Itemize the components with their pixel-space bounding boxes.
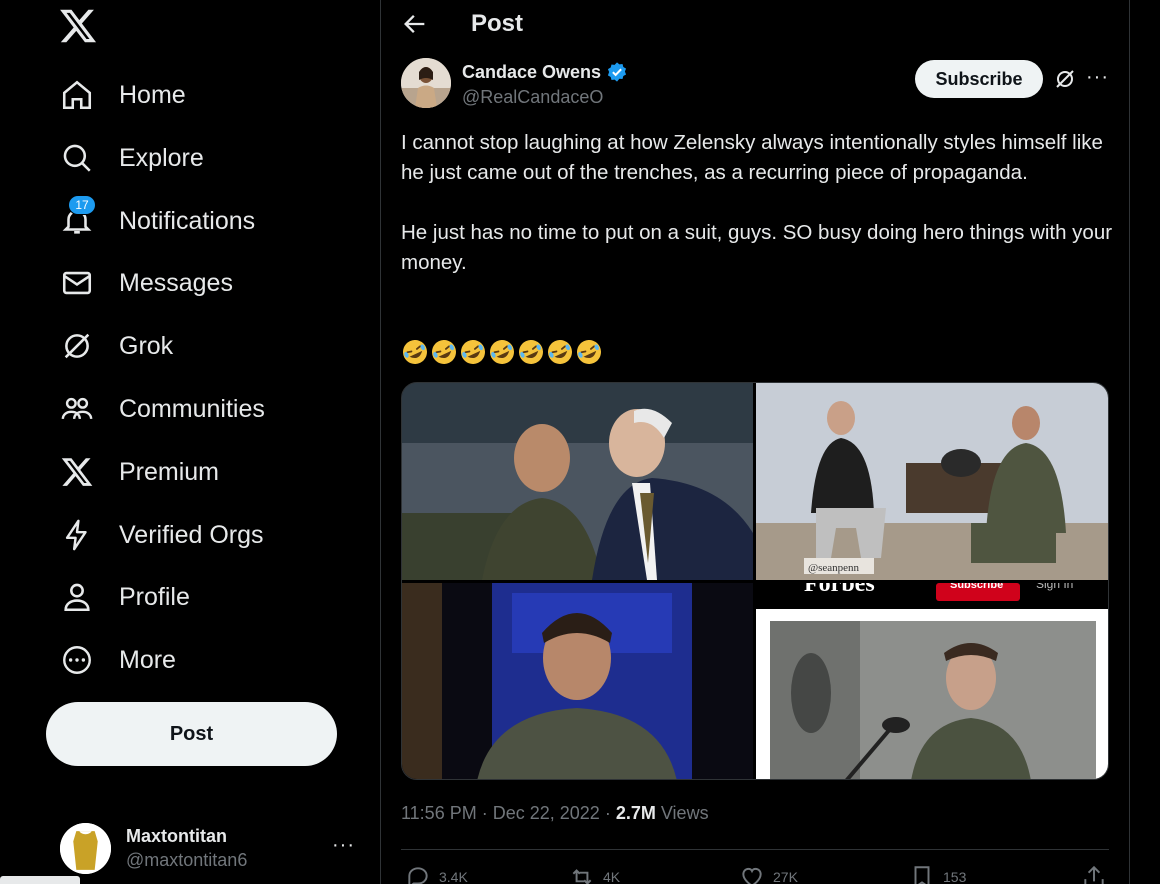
grok-icon	[60, 329, 94, 363]
person-icon	[60, 580, 94, 614]
lightning-icon	[60, 518, 94, 552]
nav-label: Profile	[119, 582, 190, 611]
verified-badge-icon	[606, 61, 628, 83]
account-name: Maxtontitan	[126, 825, 227, 846]
reply-count: 3.4K	[439, 869, 468, 884]
nav-label: Messages	[119, 268, 233, 297]
nav-explore[interactable]: Explore	[46, 132, 218, 184]
more-options-icon[interactable]: ···	[1086, 66, 1109, 89]
media-image-1[interactable]	[402, 383, 753, 580]
account-switcher[interactable]: Maxtontitan @maxtontitan6 ···	[60, 820, 360, 876]
repost-button[interactable]: 4K	[569, 864, 620, 884]
more-circle-icon	[60, 643, 94, 677]
page-title: Post	[471, 10, 524, 37]
reply-icon	[408, 867, 428, 884]
post-button[interactable]: Post	[46, 702, 337, 766]
main-column: Post Candace Owens @RealCandaceO Subscri…	[380, 0, 1130, 884]
nav-label: Premium	[119, 457, 220, 486]
forbes-subscribe: Subscribe	[950, 583, 1003, 591]
sidebar: Home Explore 17 Notifications Messages G…	[0, 0, 380, 884]
nav-label: Verified Orgs	[119, 520, 264, 549]
nav-label: Explore	[119, 143, 204, 172]
rofl-emoji-icon	[432, 340, 456, 364]
forbes-sign-in: Sign In	[1036, 583, 1073, 591]
views-label: Views	[660, 803, 709, 823]
nav-home[interactable]: Home	[46, 69, 200, 121]
author-name[interactable]: Candace Owens	[462, 61, 628, 83]
x-premium-icon	[60, 455, 94, 489]
communities-icon	[60, 392, 94, 426]
rofl-emoji-icon	[577, 340, 601, 364]
nav-label: More	[119, 645, 176, 674]
bookmark-button[interactable]: 153	[909, 864, 966, 884]
nav-label: Grok	[119, 331, 174, 360]
reply-button[interactable]: 3.4K	[405, 864, 468, 884]
repost-count: 4K	[603, 869, 621, 884]
like-button[interactable]: 27K	[739, 864, 798, 884]
nav-messages[interactable]: Messages	[46, 257, 247, 309]
tweet-actions: 3.4K 4K 27K 153	[401, 864, 1121, 884]
bell-icon: 17	[60, 195, 96, 238]
tweet-time[interactable]: 11:56 PM	[401, 803, 477, 823]
rofl-emoji-icon	[461, 340, 485, 364]
nav-notifications[interactable]: 17 Notifications	[46, 195, 269, 247]
nav-communities[interactable]: Communities	[46, 383, 279, 435]
media-image-2[interactable]: @seanpenn	[756, 383, 1108, 580]
search-icon	[60, 141, 94, 175]
avatar	[60, 822, 111, 874]
share-icon	[1084, 865, 1104, 884]
back-arrow-icon[interactable]	[401, 10, 429, 38]
tweet-date[interactable]: Dec 22, 2022	[493, 803, 600, 823]
tweet-author: Candace Owens @RealCandaceO Subscribe ··…	[401, 58, 1121, 110]
home-icon	[60, 78, 94, 112]
bookmark-count: 153	[943, 869, 967, 884]
x-logo-icon[interactable]	[58, 6, 98, 46]
media-grid: @seanpenn Forbes Subscribe Sign In	[401, 382, 1109, 780]
media-watermark: @seanpenn	[808, 562, 860, 574]
tooltip-fragment	[0, 876, 80, 884]
views-count: 2.7M	[615, 803, 656, 823]
rofl-emoji-icon	[519, 340, 543, 364]
forbes-masthead: Forbes	[804, 583, 875, 597]
author-handle[interactable]: @RealCandaceO	[462, 87, 603, 108]
tweet-text: I cannot stop laughing at how Zelensky a…	[401, 131, 1113, 274]
emoji-row	[401, 338, 603, 368]
tweet-meta: 11:56 PM · Dec 22, 2022 · 2.7M Views	[401, 803, 709, 824]
media-image-4[interactable]: Forbes Subscribe Sign In	[756, 583, 1108, 779]
nav-verified-orgs[interactable]: Verified Orgs	[46, 509, 278, 561]
meta-separator: ·	[481, 803, 493, 823]
account-text: Maxtontitan @maxtontitan6	[126, 826, 247, 871]
nav-profile[interactable]: Profile	[46, 571, 204, 623]
divider	[401, 849, 1109, 850]
rofl-emoji-icon	[403, 340, 427, 364]
notification-badge: 17	[68, 195, 96, 215]
meta-separator: ·	[604, 803, 616, 823]
nav-premium[interactable]: Premium	[46, 446, 233, 498]
nav-label: Communities	[119, 394, 265, 423]
like-count: 27K	[773, 869, 798, 884]
nav-more[interactable]: More	[46, 634, 190, 686]
repost-icon	[572, 869, 592, 884]
account-handle: @maxtontitan6	[126, 849, 248, 870]
share-button[interactable]	[1081, 864, 1115, 884]
envelope-icon	[60, 266, 94, 300]
nav-label: Notifications	[119, 206, 256, 235]
rofl-emoji-icon	[548, 340, 572, 364]
rofl-emoji-icon	[490, 340, 514, 364]
heart-icon	[742, 867, 762, 884]
post-header: Post	[381, 0, 1129, 50]
nav-grok[interactable]: Grok	[46, 320, 187, 372]
author-avatar[interactable]	[401, 58, 451, 108]
author-name-text: Candace Owens	[462, 61, 602, 82]
subscribe-button[interactable]: Subscribe	[915, 60, 1043, 98]
bookmark-icon	[914, 866, 930, 884]
grok-icon[interactable]	[1053, 67, 1077, 91]
media-image-3[interactable]	[402, 583, 753, 779]
app-root: Home Explore 17 Notifications Messages G…	[0, 0, 1160, 884]
account-more-icon[interactable]: ···	[332, 834, 355, 857]
nav-label: Home	[119, 80, 186, 109]
